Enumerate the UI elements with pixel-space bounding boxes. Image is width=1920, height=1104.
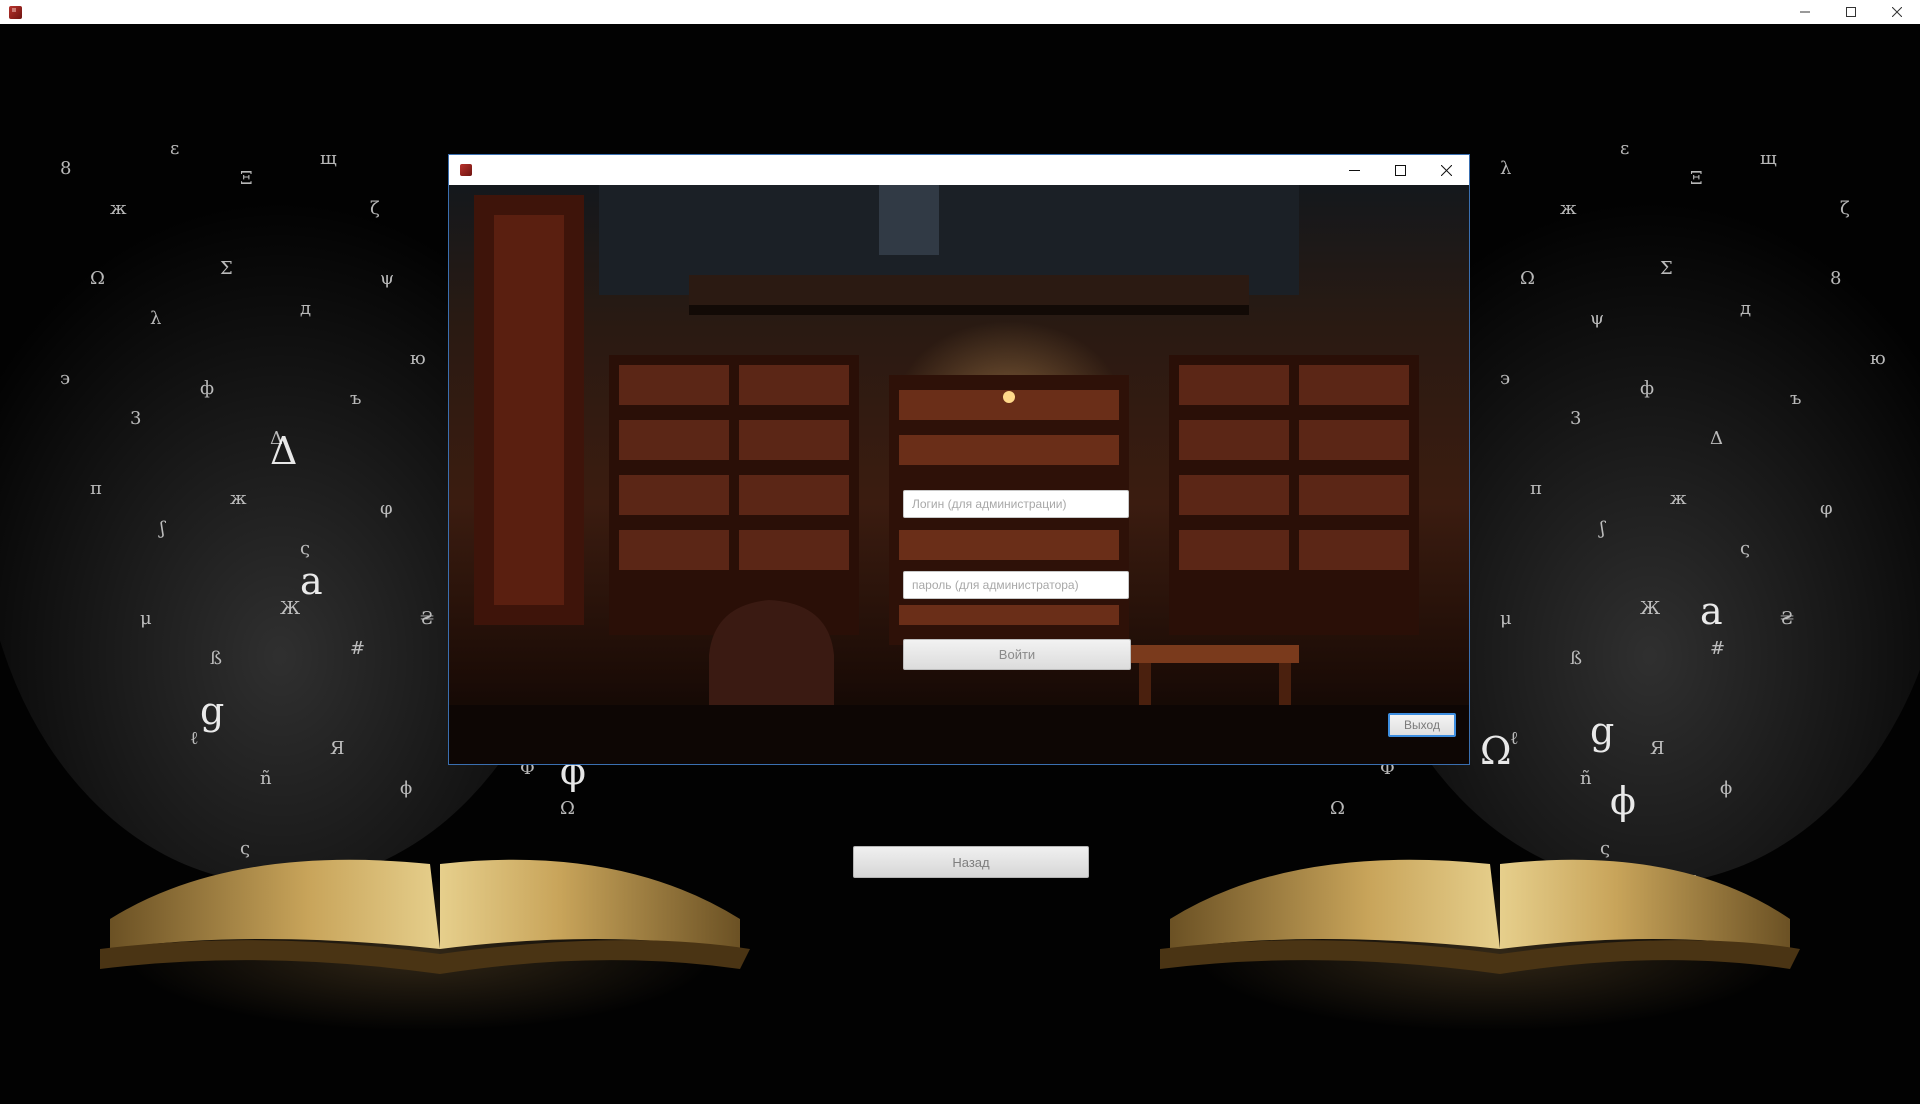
svg-text:₴: ₴: [420, 608, 434, 629]
outer-title-bar: [0, 0, 1920, 24]
svg-text:8: 8: [60, 158, 71, 179]
svg-text:ъ: ъ: [350, 388, 361, 409]
left-open-book: [100, 859, 750, 974]
svg-text:д: д: [1740, 298, 1751, 319]
maximize-icon: [1846, 7, 1856, 17]
dialog-window-controls: [1331, 155, 1469, 185]
svg-text:Δ: Δ: [270, 429, 297, 473]
svg-text:Ω: Ω: [560, 798, 575, 819]
svg-text:ϕ: ϕ: [400, 778, 412, 799]
svg-text:ю: ю: [1870, 348, 1886, 369]
dialog-maximize-button[interactable]: [1377, 155, 1423, 185]
svg-text:э: э: [60, 368, 70, 389]
back-button[interactable]: Назад: [853, 846, 1089, 878]
svg-text:λ: λ: [1500, 158, 1511, 179]
svg-text:#: #: [1710, 638, 1725, 659]
svg-text:ß: ß: [210, 648, 222, 669]
svg-text:3: 3: [1570, 408, 1581, 429]
svg-text:Σ: Σ: [220, 258, 233, 279]
close-icon: [1892, 7, 1902, 17]
minimize-icon: [1800, 11, 1810, 13]
svg-text:ʃ: ʃ: [158, 518, 166, 539]
svg-text:ζ: ζ: [1840, 198, 1850, 219]
svg-text:λ: λ: [150, 308, 161, 329]
svg-text:8: 8: [1830, 268, 1841, 289]
book-app-icon: [9, 5, 22, 19]
svg-text:Σ: Σ: [1660, 258, 1673, 279]
svg-text:a: a: [300, 559, 323, 603]
svg-text:π: π: [90, 478, 102, 499]
login-button[interactable]: Войти: [903, 639, 1131, 670]
svg-text:ж: ж: [1560, 198, 1577, 219]
svg-text:ß: ß: [1570, 648, 1582, 669]
svg-text:Ξ: Ξ: [240, 168, 253, 189]
svg-text:π: π: [1530, 478, 1542, 499]
svg-text:μ: μ: [1500, 608, 1512, 629]
svg-text:ϕ: ϕ: [1610, 779, 1636, 823]
svg-text:д: д: [300, 298, 311, 319]
library-illustration: [449, 185, 1469, 764]
svg-text:Ω: Ω: [1480, 729, 1512, 773]
svg-text:щ: щ: [320, 148, 337, 169]
svg-text:ʃ: ʃ: [1598, 518, 1606, 539]
svg-text:g: g: [200, 689, 224, 733]
svg-text:φ: φ: [1820, 498, 1833, 519]
svg-text:#: #: [350, 638, 365, 659]
book-app-icon: [460, 164, 472, 176]
dialog-title-bar: [449, 155, 1469, 185]
svg-text:ς: ς: [1740, 538, 1750, 559]
svg-text:ζ: ζ: [370, 198, 380, 219]
svg-text:Ж: Ж: [1640, 598, 1661, 619]
svg-text:щ: щ: [1760, 148, 1777, 169]
svg-text:ε: ε: [1620, 138, 1629, 159]
maximize-icon: [1394, 164, 1406, 176]
login-input[interactable]: [903, 490, 1129, 518]
svg-text:Я: Я: [330, 738, 345, 759]
login-dialog-window: Войти Выход: [448, 154, 1470, 765]
svg-text:Ω: Ω: [90, 268, 105, 289]
svg-text:a: a: [1700, 589, 1723, 633]
svg-text:₴: ₴: [1780, 608, 1794, 629]
exit-button[interactable]: Выход: [1388, 713, 1456, 737]
svg-text:ж: ж: [230, 488, 247, 509]
svg-text:ф: ф: [200, 378, 214, 399]
svg-text:Ξ: Ξ: [1690, 168, 1703, 189]
svg-text:μ: μ: [140, 608, 152, 629]
svg-text:ℓ: ℓ: [190, 728, 199, 749]
close-button[interactable]: [1874, 0, 1920, 24]
svg-text:ж: ж: [110, 198, 127, 219]
dialog-close-button[interactable]: [1423, 155, 1469, 185]
svg-text:ψ: ψ: [380, 268, 394, 289]
outer-window-controls: [1782, 0, 1920, 24]
svg-text:Δ: Δ: [1710, 428, 1723, 449]
close-icon: [1440, 164, 1452, 176]
library-background: Войти Выход: [449, 185, 1469, 764]
svg-text:ε: ε: [170, 138, 179, 159]
svg-text:ψ: ψ: [1590, 308, 1604, 329]
minimize-icon: [1348, 169, 1360, 171]
svg-text:ñ: ñ: [1580, 768, 1592, 789]
password-input[interactable]: [903, 571, 1129, 599]
svg-text:3: 3: [130, 408, 141, 429]
maximize-button[interactable]: [1828, 0, 1874, 24]
svg-text:ñ: ñ: [260, 768, 272, 789]
svg-text:ς: ς: [1600, 838, 1610, 859]
svg-text:Ω: Ω: [1520, 268, 1535, 289]
svg-text:ю: ю: [410, 348, 426, 369]
svg-text:ς: ς: [240, 838, 250, 859]
svg-text:э: э: [1500, 368, 1510, 389]
svg-text:ς: ς: [300, 538, 310, 559]
svg-text:ϕ: ϕ: [1720, 778, 1732, 799]
svg-text:ж: ж: [1670, 488, 1687, 509]
svg-text:ф: ф: [1640, 378, 1654, 399]
dialog-minimize-button[interactable]: [1331, 155, 1377, 185]
svg-text:Я: Я: [1650, 738, 1665, 759]
svg-text:Ω: Ω: [1330, 798, 1345, 819]
svg-text:g: g: [1590, 709, 1614, 753]
svg-text:φ: φ: [380, 498, 393, 519]
svg-text:Ж: Ж: [280, 598, 301, 619]
minimize-button[interactable]: [1782, 0, 1828, 24]
svg-text:ъ: ъ: [1790, 388, 1801, 409]
